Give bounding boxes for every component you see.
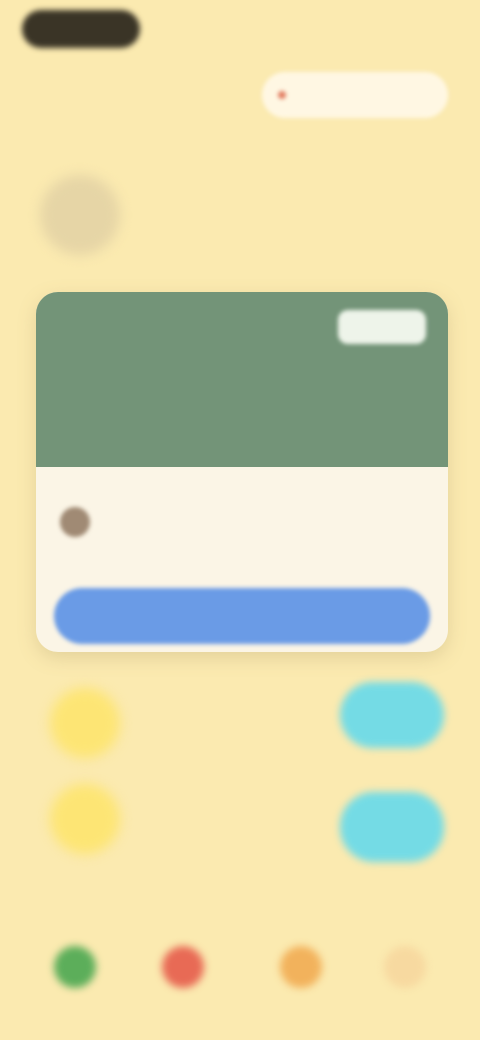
- section-label-left: [58, 908, 138, 924]
- page-title: [22, 76, 132, 100]
- primary-action-button[interactable]: [54, 588, 430, 644]
- card-badge[interactable]: [338, 310, 426, 344]
- list-item[interactable]: [50, 770, 450, 862]
- avatar[interactable]: [40, 175, 120, 255]
- nav-item-light[interactable]: [384, 946, 426, 988]
- item-thumbnail: [50, 688, 120, 758]
- item-action-button[interactable]: [340, 682, 444, 748]
- card-detail-row[interactable]: [60, 492, 424, 552]
- item-action-button[interactable]: [340, 792, 444, 862]
- item-title: [148, 792, 298, 810]
- item-subtitle: [148, 722, 268, 736]
- nav-label: [35, 996, 115, 1010]
- card-kicker: [206, 324, 286, 340]
- status-dot-icon: [278, 91, 286, 99]
- invite-button[interactable]: [262, 72, 448, 118]
- status-indicator: [348, 18, 444, 38]
- nav-item-red[interactable]: [162, 946, 204, 988]
- card-title: [142, 364, 342, 424]
- nav-item-orange[interactable]: [280, 946, 322, 988]
- user-icon: [60, 507, 90, 537]
- item-thumbnail: [50, 784, 120, 854]
- section-label-right[interactable]: [364, 908, 444, 924]
- card-header: [36, 292, 448, 467]
- nav-item-green[interactable]: [54, 946, 96, 988]
- profile-meta: [138, 220, 228, 236]
- featured-card: [36, 292, 448, 652]
- nav-label: [143, 996, 223, 1010]
- nav-label: [261, 996, 341, 1010]
- list-item[interactable]: [50, 674, 450, 764]
- item-subtitle: [148, 818, 268, 832]
- app-logo[interactable]: [22, 10, 140, 48]
- profile-name: [138, 192, 248, 212]
- item-title: [148, 696, 298, 714]
- nav-label: [365, 996, 445, 1010]
